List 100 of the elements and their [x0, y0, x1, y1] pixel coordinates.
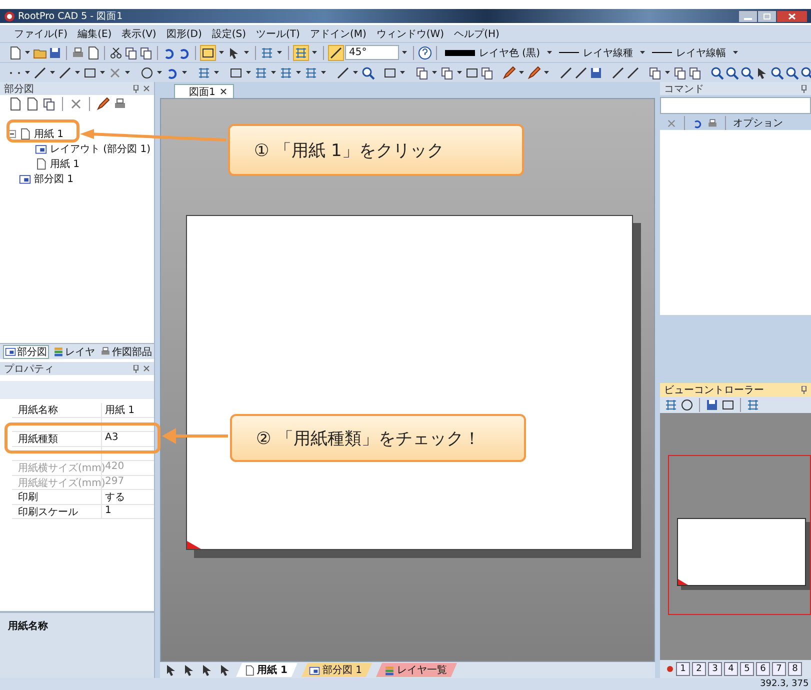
- sheet-tab[interactable]: 部分図 1: [301, 663, 372, 677]
- caret-icon[interactable]: [219, 50, 224, 54]
- rectangle-icon[interactable]: [83, 66, 97, 80]
- page-button[interactable]: 4: [724, 662, 738, 676]
- page-button[interactable]: 5: [740, 662, 754, 676]
- document-icon[interactable]: [8, 97, 22, 111]
- menu-item[interactable]: ウィンドウ(W): [376, 26, 444, 40]
- line-icon[interactable]: [626, 66, 640, 80]
- copy-icon[interactable]: [440, 66, 454, 80]
- scissors-icon[interactable]: [109, 46, 123, 60]
- grid-icon[interactable]: [304, 66, 318, 80]
- rectangle-icon[interactable]: [465, 66, 479, 80]
- grid-icon[interactable]: [197, 66, 211, 80]
- caret-icon[interactable]: [214, 70, 219, 74]
- line-icon[interactable]: [329, 46, 343, 60]
- menu-item[interactable]: 編集(E): [78, 26, 112, 40]
- copy-icon[interactable]: [124, 46, 138, 60]
- caret-icon[interactable]: [400, 70, 405, 74]
- circle-icon[interactable]: [680, 398, 694, 412]
- tree-item[interactable]: レイアウト (部分図 1): [50, 142, 151, 156]
- property-value[interactable]: A3: [102, 432, 118, 446]
- pin-icon[interactable]: [133, 84, 139, 92]
- printer-icon[interactable]: [707, 118, 718, 128]
- pencil-icon[interactable]: [527, 66, 541, 80]
- circle-icon[interactable]: [140, 66, 154, 80]
- close-icon[interactable]: [777, 10, 807, 22]
- restore-icon[interactable]: [758, 10, 776, 22]
- copy-icon[interactable]: [139, 46, 153, 60]
- caret-icon[interactable]: [546, 50, 552, 54]
- document-icon[interactable]: [86, 46, 100, 60]
- caret-icon[interactable]: [519, 70, 524, 74]
- caret-icon[interactable]: [640, 50, 645, 54]
- document-icon[interactable]: [8, 46, 22, 60]
- panel-tab[interactable]: 部分図: [3, 344, 49, 358]
- page-button[interactable]: 7: [772, 662, 786, 676]
- angle-field[interactable]: 45°: [345, 45, 399, 60]
- document-tab[interactable]: 図面1: [174, 84, 234, 98]
- menu-item[interactable]: ツール(T): [256, 26, 300, 40]
- rectangle-icon[interactable]: [383, 66, 397, 80]
- copy-icon[interactable]: [415, 66, 429, 80]
- copy-icon[interactable]: [673, 66, 687, 80]
- caret-icon[interactable]: [732, 50, 738, 54]
- copy-icon[interactable]: [688, 66, 702, 80]
- magnifier-icon[interactable]: [710, 66, 724, 80]
- help-icon[interactable]: [418, 46, 432, 60]
- caret-icon[interactable]: [25, 70, 30, 74]
- tree-item[interactable]: 部分図 1: [34, 172, 74, 186]
- tree-item[interactable]: 用紙 1: [50, 156, 80, 170]
- grid-icon[interactable]: [746, 398, 760, 412]
- line-icon[interactable]: [611, 66, 625, 80]
- printer-icon[interactable]: [113, 97, 127, 111]
- undo-icon[interactable]: [692, 118, 703, 128]
- caret-icon[interactable]: [246, 70, 251, 74]
- caret-icon[interactable]: [125, 70, 130, 74]
- grid-icon[interactable]: [260, 46, 274, 60]
- panel-tab[interactable]: レイヤ: [52, 344, 96, 358]
- grid-icon[interactable]: [279, 66, 293, 80]
- menu-item[interactable]: ヘルプ(H): [454, 26, 500, 40]
- caret-icon[interactable]: [665, 70, 670, 74]
- menu-item[interactable]: 設定(S): [212, 26, 246, 40]
- framed-sheet-icon[interactable]: [19, 172, 31, 184]
- page-button[interactable]: 8: [788, 662, 802, 676]
- sheet-tab[interactable]: 用紙 1: [236, 663, 298, 677]
- command-field[interactable]: [660, 97, 811, 114]
- grid-icon[interactable]: [254, 66, 268, 80]
- caret-icon[interactable]: [271, 70, 276, 74]
- menu-item[interactable]: 図形(D): [166, 26, 202, 40]
- magnifier-icon[interactable]: [770, 66, 784, 80]
- document-icon[interactable]: [19, 128, 31, 140]
- page-button[interactable]: 6: [756, 662, 770, 676]
- printer-icon[interactable]: [71, 46, 85, 60]
- caret-icon[interactable]: [544, 70, 549, 74]
- caret-icon[interactable]: [457, 70, 462, 74]
- panel-tab[interactable]: 作図部品: [99, 344, 153, 358]
- tree-item[interactable]: 用紙 1: [34, 126, 64, 140]
- magnifier-icon[interactable]: [361, 66, 375, 80]
- page-button[interactable]: 2: [692, 662, 706, 676]
- caret-icon[interactable]: [312, 50, 317, 54]
- pencil-icon[interactable]: [96, 97, 110, 111]
- property-value[interactable]: 1: [102, 504, 112, 518]
- caret-icon[interactable]: [296, 70, 301, 74]
- caret-icon[interactable]: [50, 70, 55, 74]
- magnifier-icon[interactable]: [800, 66, 811, 80]
- pin-icon[interactable]: [801, 84, 807, 92]
- document-icon[interactable]: [25, 97, 39, 111]
- pin-icon[interactable]: [801, 386, 807, 394]
- property-value[interactable]: する: [102, 490, 125, 504]
- close-icon[interactable]: [220, 88, 228, 95]
- page-button[interactable]: 3: [708, 662, 722, 676]
- property-value[interactable]: 用紙 1: [102, 403, 135, 416]
- minimize-icon[interactable]: [739, 10, 757, 22]
- record-icon[interactable]: [666, 665, 674, 673]
- copy-icon[interactable]: [648, 66, 662, 80]
- line-icon[interactable]: [559, 66, 573, 80]
- caret-icon[interactable]: [353, 70, 358, 74]
- line-width-dropdown[interactable]: レイヤ線幅: [648, 46, 730, 60]
- grid-icon[interactable]: [294, 46, 308, 60]
- menu-item[interactable]: ファイル(F): [14, 26, 68, 40]
- caret-icon[interactable]: [402, 50, 407, 54]
- copy-icon[interactable]: [42, 97, 56, 111]
